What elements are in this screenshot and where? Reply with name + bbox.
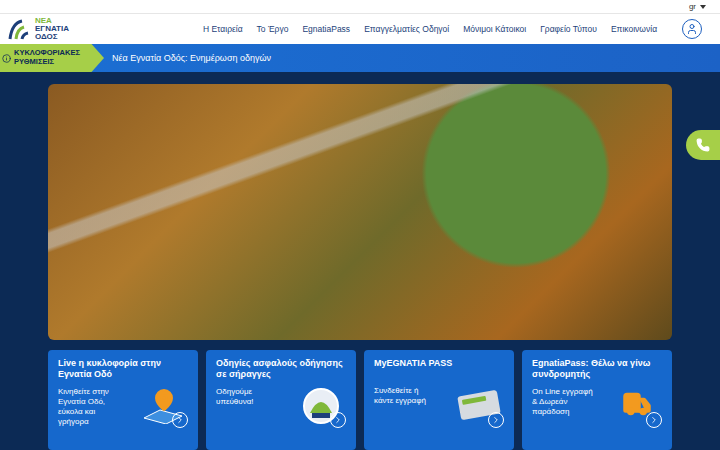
feature-card[interactable]: EgnatiaPass: Θέλω να γίνω συνδρομητής On … — [522, 350, 672, 450]
card-title: Live η κυκλοφορία στην Εγνατία Οδό — [58, 358, 188, 381]
top-strip: gr — [0, 0, 720, 14]
chevron-right-icon — [649, 415, 659, 425]
card-row: Live η κυκλοφορία στην Εγνατία Οδό Κινηθε… — [48, 350, 672, 450]
phone-button[interactable] — [686, 130, 720, 160]
card-text: Κινηθείτε στην Εγνατία Οδό, εύκολα και γ… — [58, 387, 120, 427]
card-title: MyEGNATIA PASS — [374, 358, 504, 380]
nav-item[interactable]: Γραφείο Τύπου — [540, 24, 597, 34]
logo-text: ΝΕΑΕΓΝΑΤΙΑΟΔΟΣ — [35, 17, 69, 41]
feature-card[interactable]: MyEGNATIA PASS Συνδεθείτε ή κάντε εγγραφή — [364, 350, 514, 450]
card-text: On Line εγγραφή & Δωρεάν παράδοση — [532, 387, 594, 417]
caret-icon — [700, 5, 706, 9]
logo[interactable]: ΝΕΑΕΓΝΑΤΙΑΟΔΟΣ — [8, 17, 158, 41]
pass-card-icon — [455, 387, 503, 423]
language-selector[interactable]: gr — [689, 2, 706, 11]
nav-item[interactable]: Επικοινωνία — [611, 24, 657, 34]
card-title: EgnatiaPass: Θέλω να γίνω συνδρομητής — [532, 358, 662, 381]
alert-label[interactable]: ΚΥΚΛΟΦΟΡΙΑΚΕΣ ΡΥΘΜΙΣΕΙΣ — [0, 44, 104, 72]
chevron-right-icon — [333, 415, 343, 425]
card-arrow-button[interactable] — [330, 412, 346, 428]
truck-icon — [622, 389, 652, 423]
card-title: Οδηγίες ασφαλούς οδήγησης σε σήραγγες — [216, 358, 346, 381]
alert-bar: ΚΥΚΛΟΦΟΡΙΑΚΕΣ ΡΥΘΜΙΣΕΙΣ Νέα Εγνατία Οδός:… — [0, 44, 720, 72]
hero-image — [48, 84, 672, 340]
feature-card[interactable]: Οδηγίες ασφαλούς οδήγησης σε σήραγγες Οδη… — [206, 350, 356, 450]
card-text: Οδηγούμε υπεύθυνα! — [216, 387, 278, 407]
card-arrow-button[interactable] — [488, 412, 504, 428]
info-icon — [2, 54, 11, 63]
nav-item[interactable]: Το Έργο — [257, 24, 289, 34]
main-nav: Η Εταιρεία Το Έργο EgnatiaPass Επαγγελματίε… — [158, 24, 682, 34]
phone-icon — [696, 138, 710, 152]
nav-item[interactable]: Η Εταιρεία — [203, 24, 243, 34]
tunnel-badge-icon — [302, 387, 340, 425]
nav-item[interactable]: Επαγγελματίες Οδηγοί — [364, 24, 449, 34]
main: Live η κυκλοφορία στην Εγνατία Οδό Κινηθε… — [0, 72, 720, 450]
feature-card[interactable]: Live η κυκλοφορία στην Εγνατία Οδό Κινηθε… — [48, 350, 198, 450]
card-text: Συνδεθείτε ή κάντε εγγραφή — [374, 386, 436, 406]
chevron-right-icon — [175, 415, 185, 425]
user-icon — [686, 23, 698, 35]
alert-text[interactable]: Νέα Εγνατία Οδός: Ενημέρωση οδηγών — [112, 53, 271, 63]
page: gr ΝΕΑΕΓΝΑΤΙΑΟΔΟΣ Η Εταιρεία Το Έργο Egnatia… — [0, 0, 720, 450]
header: ΝΕΑΕΓΝΑΤΙΑΟΔΟΣ Η Εταιρεία Το Έργο EgnatiaPa… — [0, 14, 720, 44]
logo-icon — [8, 17, 32, 41]
nav-item[interactable]: EgnatiaPass — [302, 24, 350, 34]
nav-item[interactable]: Μόνιμοι Κάτοικοι — [463, 24, 526, 34]
card-arrow-button[interactable] — [172, 412, 188, 428]
user-button[interactable] — [682, 19, 702, 39]
card-arrow-button[interactable] — [646, 412, 662, 428]
chevron-right-icon — [491, 415, 501, 425]
